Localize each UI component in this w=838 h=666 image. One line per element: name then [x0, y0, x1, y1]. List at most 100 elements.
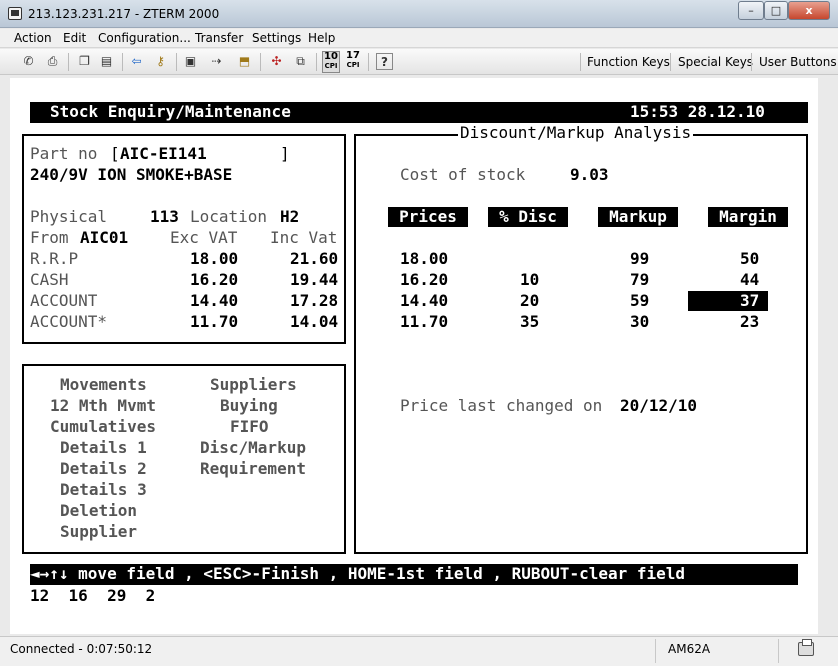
price-row-inc: 14.04: [290, 312, 339, 331]
send-icon[interactable]: ⇢: [208, 53, 225, 70]
markup-header: Markup: [598, 207, 678, 227]
bottom-status-line: 12 16 29 2: [30, 586, 156, 605]
menu-option-details-2[interactable]: Details 2: [60, 459, 147, 479]
terminal-app-icon: [8, 7, 22, 20]
analysis-markup: 59: [630, 291, 650, 310]
copy-icon[interactable]: ❐: [76, 53, 93, 70]
price-row-inc: 21.60: [290, 249, 339, 268]
special-keys-button[interactable]: Special Keys: [678, 55, 753, 69]
analysis-title: Discount/Markup Analysis: [458, 123, 694, 143]
toolbar-separator: [751, 53, 752, 71]
receive-icon[interactable]: ⬒: [236, 53, 253, 70]
analysis-price: 16.20: [400, 270, 449, 289]
price-row-exc: 14.40: [190, 291, 239, 310]
menu-option-movements[interactable]: Movements: [60, 375, 147, 395]
vertical-scrollbar[interactable]: [818, 78, 838, 634]
analysis-price: 14.40: [400, 291, 449, 310]
physical-label: Physical: [30, 207, 108, 226]
cpi-10-button[interactable]: 10 CPI: [322, 51, 340, 73]
macro-icon[interactable]: ✣: [268, 53, 285, 70]
analysis-margin: 23: [740, 312, 760, 331]
cost-of-stock-value: 9.03: [570, 165, 609, 184]
toolbar-separator: [68, 53, 69, 71]
window-icon[interactable]: ⧉: [292, 53, 309, 70]
function-keys-button[interactable]: Function Keys: [587, 55, 670, 69]
print-icon[interactable]: ⎙: [44, 53, 61, 70]
capture-icon[interactable]: ▣: [182, 53, 199, 70]
menu-option-details-3[interactable]: Details 3: [60, 480, 147, 500]
analysis-disc: 20: [520, 291, 540, 310]
menu-transfer[interactable]: Transfer: [195, 31, 243, 45]
back-arrow-icon[interactable]: ⇦: [128, 53, 145, 70]
toolbar-separator: [316, 53, 317, 71]
toolbar-separator: [368, 53, 369, 71]
window-titlebar: 213.123.231.217 - ZTERM 2000 – □ x: [0, 0, 838, 28]
location-label: Location: [190, 207, 268, 226]
key-icon[interactable]: ⚷: [152, 53, 169, 70]
cost-of-stock-label: Cost of stock: [400, 165, 526, 184]
part-no-field[interactable]: AIC-EI141: [120, 144, 207, 164]
analysis-disc: 35: [520, 312, 540, 331]
analysis-price: 18.00: [400, 249, 449, 268]
menu-help[interactable]: Help: [308, 31, 335, 45]
exc-vat-header: Exc VAT: [170, 228, 238, 247]
minimize-button[interactable]: –: [738, 1, 764, 20]
toolbar-separator: [122, 53, 123, 71]
inc-vat-header: Inc Vat: [270, 228, 338, 247]
price-row-exc: 11.70: [190, 312, 239, 331]
price-row-label: R.R.P: [30, 249, 79, 268]
connection-status: Connected - 0:07:50:12: [10, 642, 153, 656]
terminal-screen[interactable]: Stock Enquiry/Maintenance 15:53 28.12.10…: [10, 78, 818, 634]
paste-icon[interactable]: ▤: [98, 53, 115, 70]
toolbar-separator: [176, 53, 177, 71]
terminal-type: AM62A: [668, 642, 711, 656]
location-value: H2: [280, 207, 300, 226]
menu-option-details-1[interactable]: Details 1: [60, 438, 147, 458]
toolbar: ✆ ⎙ ❐ ▤ ⇦ ⚷ ▣ ⇢ ⬒ ✣ ⧉ 10 CPI 17 CPI ? Func…: [0, 49, 838, 75]
menu-bar: Action Edit Configuration... Transfer Se…: [0, 29, 838, 48]
cpi-17-button[interactable]: 17 CPI: [344, 51, 362, 73]
part-no-bracket-open: [: [110, 144, 120, 163]
price-row-exc: 18.00: [190, 249, 239, 268]
status-divider: [655, 639, 656, 663]
printer-icon[interactable]: [798, 639, 814, 656]
menu-option-deletion[interactable]: Deletion: [60, 501, 137, 521]
menu-option-buying[interactable]: Buying: [220, 396, 278, 416]
menu-option-cumulatives[interactable]: Cumulatives: [50, 417, 156, 437]
part-no-bracket-close: ]: [280, 144, 290, 163]
price-row-inc: 17.28: [290, 291, 339, 310]
close-button[interactable]: x: [788, 1, 830, 20]
price-row-inc: 19.44: [290, 270, 339, 289]
window-title: 213.123.231.217 - ZTERM 2000: [28, 7, 220, 21]
cpi-17-number: 17: [346, 50, 360, 61]
menu-configuration[interactable]: Configuration...: [98, 31, 191, 45]
part-description: 240/9V ION SMOKE+BASE: [30, 165, 233, 184]
analysis-markup: 79: [630, 270, 650, 289]
menu-action[interactable]: Action: [14, 31, 52, 45]
part-no-label: Part no: [30, 144, 98, 163]
user-buttons-button[interactable]: User Buttons: [759, 55, 837, 69]
connect-icon[interactable]: ✆: [20, 53, 37, 70]
menu-option-12-mth-mvmt[interactable]: 12 Mth Mvmt: [50, 396, 156, 416]
price-last-changed-label: Price last changed on: [400, 396, 603, 415]
menu-option-supplier[interactable]: Supplier: [60, 522, 137, 542]
menu-option-disc-markup[interactable]: Disc/Markup: [200, 438, 306, 458]
analysis-markup: 99: [630, 249, 650, 268]
screen-title: Stock Enquiry/Maintenance: [50, 102, 291, 121]
analysis-disc: 10: [520, 270, 540, 289]
menu-option-suppliers[interactable]: Suppliers: [210, 375, 297, 395]
maximize-button[interactable]: □: [764, 1, 788, 20]
help-line: ◄→↑↓ move field , <ESC>-Finish , HOME-1s…: [30, 564, 686, 583]
toolbar-separator: [580, 53, 581, 71]
help-icon[interactable]: ?: [376, 53, 393, 70]
menu-settings[interactable]: Settings: [252, 31, 301, 45]
price-row-label: ACCOUNT*: [30, 312, 108, 331]
menu-option-fifo[interactable]: FIFO: [230, 417, 269, 437]
analysis-margin-selected[interactable]: 37: [688, 291, 768, 311]
from-label: From: [30, 228, 69, 247]
menu-option-requirement[interactable]: Requirement: [200, 459, 306, 479]
status-bar: Connected - 0:07:50:12 AM62A: [0, 636, 838, 666]
price-row-label: ACCOUNT: [30, 291, 98, 310]
menu-edit[interactable]: Edit: [63, 31, 86, 45]
cpi-17-unit: CPI: [346, 61, 360, 69]
